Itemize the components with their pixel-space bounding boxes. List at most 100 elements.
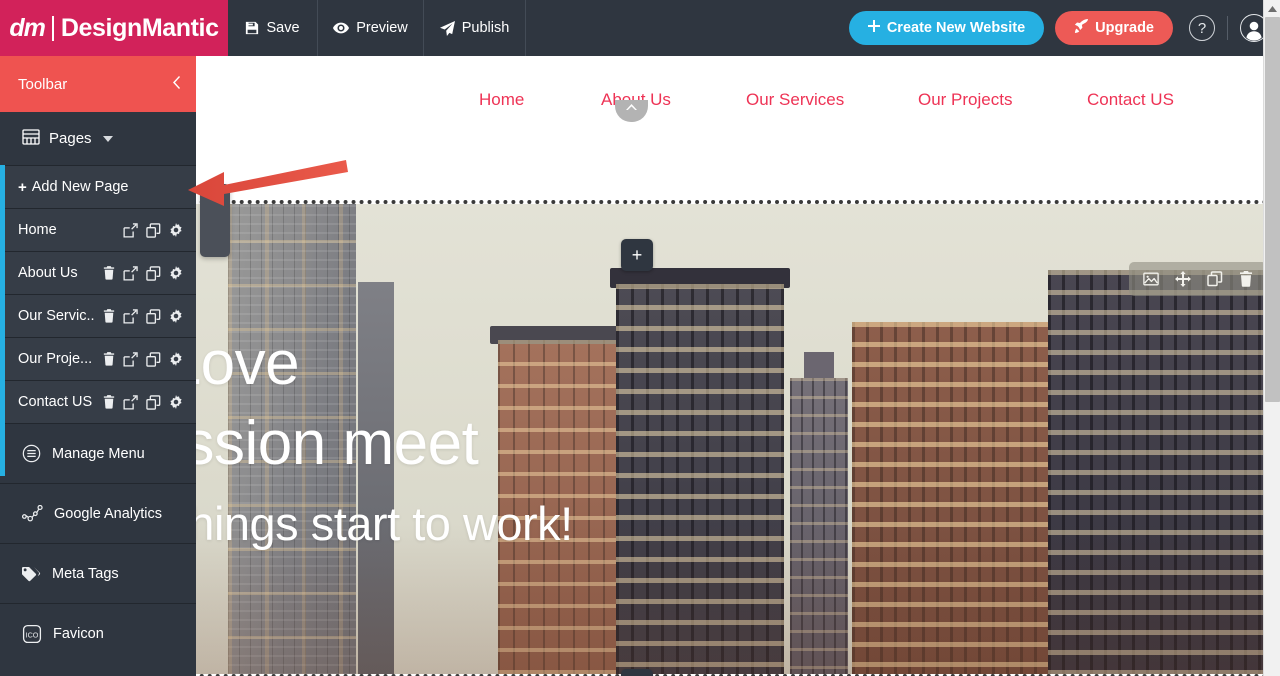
edit-icon[interactable] — [123, 308, 138, 324]
trash-icon[interactable] — [103, 395, 115, 409]
gear-icon[interactable] — [169, 352, 183, 366]
logo-mark: dm — [9, 13, 45, 42]
hero-section-toolbar — [1129, 262, 1267, 296]
help-label: ? — [1197, 19, 1207, 37]
edit-icon[interactable] — [123, 265, 138, 281]
nav-link-contact-us[interactable]: Contact US — [1087, 90, 1174, 110]
analytics-icon — [22, 505, 43, 522]
page-row-our-projects[interactable]: Our Proje... — [0, 337, 196, 380]
page-row-actions — [103, 351, 196, 367]
add-new-page-label: Add New Page — [31, 179, 129, 195]
edit-icon[interactable] — [123, 222, 138, 238]
sidebar-item-google-analytics[interactable]: Google Analytics — [0, 483, 196, 543]
tag-icon — [22, 566, 41, 582]
plus-icon — [867, 20, 880, 36]
gear-icon[interactable] — [169, 395, 183, 409]
trash-icon[interactable] — [103, 352, 115, 366]
sidebar-tool-label: Google Analytics — [54, 505, 163, 522]
edit-icon[interactable] — [123, 394, 138, 410]
menu-circle-icon — [22, 444, 41, 463]
gear-icon[interactable] — [169, 309, 183, 323]
logo-text: dm DesignMantic — [9, 13, 219, 43]
page-row-our-services[interactable]: Our Servic.. — [0, 294, 196, 337]
sidebar-pages-toggle[interactable]: Pages — [0, 112, 196, 165]
publish-label: Publish — [461, 20, 510, 36]
rocket-icon — [1074, 19, 1089, 37]
page-row-about-us[interactable]: About Us — [0, 251, 196, 294]
sidebar-tool-label: Manage Menu — [52, 445, 145, 462]
ico-icon: ICO — [22, 624, 42, 644]
trash-icon[interactable] — [1239, 271, 1253, 287]
gear-icon[interactable] — [169, 266, 183, 280]
svg-text:ICO: ICO — [26, 630, 39, 639]
nav-link-our-projects[interactable]: Our Projects — [918, 90, 1012, 110]
chevron-left-icon[interactable] — [172, 75, 180, 93]
preview-label: Preview — [356, 20, 408, 36]
duplicate-icon[interactable] — [146, 308, 161, 324]
sidebar-item-favicon[interactable]: ICO Favicon — [0, 603, 196, 663]
duplicate-icon[interactable] — [146, 351, 161, 367]
add-section-plus-top: + — [631, 244, 643, 265]
duplicate-icon[interactable] — [1207, 271, 1223, 287]
sidebar-tool-label: Meta Tags — [52, 565, 119, 582]
add-section-above-button[interactable]: + — [621, 239, 653, 271]
page-label: Contact US — [18, 394, 93, 410]
sidebar-title: Toolbar — [18, 75, 68, 93]
eye-icon — [333, 22, 350, 34]
sidebar-tool-label: Favicon — [53, 625, 104, 642]
floppy-disk-icon — [245, 21, 259, 35]
move-icon[interactable] — [1175, 271, 1191, 287]
page-row-home[interactable]: Home — [0, 208, 196, 251]
save-button[interactable]: Save — [228, 0, 318, 56]
duplicate-icon[interactable] — [146, 222, 161, 238]
page-label: Our Servic.. — [18, 308, 95, 324]
add-new-page-button[interactable]: + Add New Page — [0, 165, 196, 208]
page-row-actions — [123, 222, 196, 238]
edit-icon[interactable] — [123, 351, 138, 367]
page-scrollbar[interactable] — [1263, 0, 1280, 676]
create-new-website-button[interactable]: Create New Website — [848, 11, 1045, 45]
image-icon[interactable] — [1143, 272, 1159, 286]
app-root: dm DesignMantic Save Preview Publish Cre… — [0, 0, 1280, 676]
save-label: Save — [266, 20, 300, 36]
page-label: About Us — [18, 265, 78, 281]
nav-link-our-services[interactable]: Our Services — [746, 90, 844, 110]
brand-logo[interactable]: dm DesignMantic — [0, 0, 228, 56]
scroll-up-arrow-icon[interactable] — [1264, 0, 1280, 17]
sidebar-pages-label: Pages — [49, 130, 92, 147]
duplicate-icon[interactable] — [146, 394, 161, 410]
page-row-contact-us[interactable]: Contact US — [0, 380, 196, 423]
help-icon[interactable]: ? — [1189, 15, 1215, 41]
add-section-below-button[interactable]: + — [621, 669, 653, 676]
header-actions: Create New Website Upgrade ? — [848, 0, 1280, 56]
page-label: Our Proje... — [18, 351, 93, 367]
sidebar-item-meta-tags[interactable]: Meta Tags — [0, 543, 196, 603]
publish-button[interactable]: Publish — [424, 0, 526, 56]
header-spacer — [526, 0, 849, 56]
left-sidebar: Toolbar Pages + Add New Page Home About … — [0, 56, 196, 676]
pages-icon — [22, 128, 40, 149]
page-row-actions — [103, 308, 196, 324]
sidebar-header: Toolbar — [0, 56, 196, 112]
duplicate-icon[interactable] — [146, 265, 161, 281]
page-label: Home — [18, 222, 57, 238]
sidebar-item-manage-menu[interactable]: Manage Menu — [0, 423, 196, 483]
gear-icon[interactable] — [169, 223, 183, 237]
hidden-section-toolbar[interactable] — [200, 184, 230, 257]
scrollbar-thumb[interactable] — [1265, 17, 1280, 402]
trash-icon[interactable] — [103, 266, 115, 280]
create-new-website-label: Create New Website — [886, 20, 1026, 36]
upgrade-button[interactable]: Upgrade — [1055, 11, 1173, 45]
trash-icon[interactable] — [103, 309, 115, 323]
preview-button[interactable]: Preview — [318, 0, 424, 56]
paper-plane-icon — [439, 20, 455, 36]
page-row-actions — [103, 265, 196, 281]
top-header: dm DesignMantic Save Preview Publish Cre… — [0, 0, 1280, 56]
chevron-up-icon — [626, 102, 637, 114]
sidebar-active-accent — [0, 165, 5, 476]
logo-name: DesignMantic — [60, 13, 219, 42]
page-row-actions — [103, 394, 196, 410]
nav-link-home[interactable]: Home — [479, 90, 524, 110]
plus-icon: + — [18, 178, 27, 196]
upgrade-label: Upgrade — [1095, 20, 1154, 36]
